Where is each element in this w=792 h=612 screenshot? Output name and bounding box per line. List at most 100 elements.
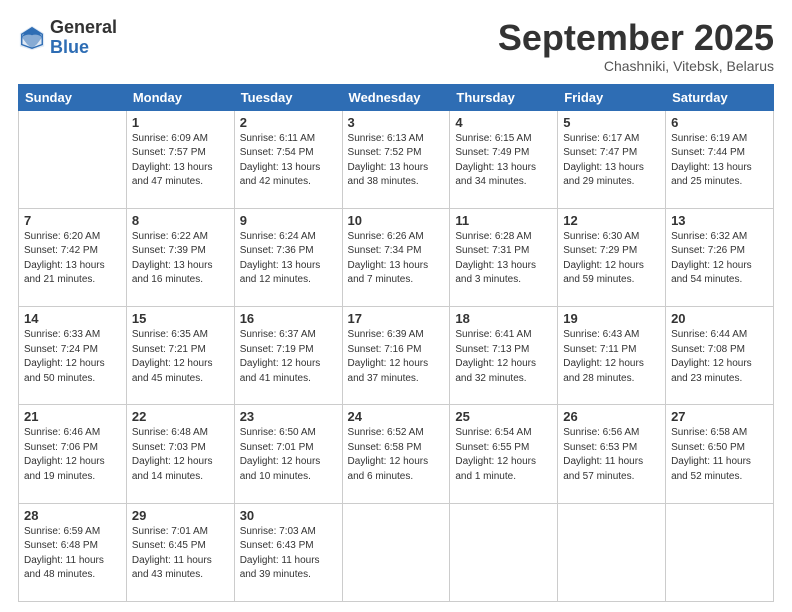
calendar-cell (342, 503, 450, 601)
calendar-cell: 28Sunrise: 6:59 AMSunset: 6:48 PMDayligh… (19, 503, 127, 601)
calendar-cell: 30Sunrise: 7:03 AMSunset: 6:43 PMDayligh… (234, 503, 342, 601)
day-number: 19 (563, 311, 660, 326)
day-detail: Sunrise: 6:56 AMSunset: 6:53 PMDaylight:… (563, 426, 660, 484)
logo-blue-text: Blue (50, 38, 117, 58)
day-detail: Sunrise: 6:50 AMSunset: 7:01 PMDaylight:… (240, 426, 337, 484)
day-number: 1 (132, 115, 229, 130)
calendar-week-2: 14 Sunrise: 6:33 AMSunset: 7:24 PMDayligh… (19, 307, 774, 405)
header-thursday: Thursday (450, 84, 558, 110)
day-detail: Sunrise: 6:30 AMSunset: 7:29 PMDaylight:… (563, 230, 660, 288)
day-number: 18 (455, 311, 552, 326)
calendar-cell: 23 Sunrise: 6:50 AMSunset: 7:01 PMDayligh… (234, 405, 342, 503)
calendar-cell: 17 Sunrise: 6:39 AMSunset: 7:16 PMDayligh… (342, 307, 450, 405)
day-number: 14 (24, 311, 121, 326)
day-number: 16 (240, 311, 337, 326)
day-detail: Sunrise: 6:19 AMSunset: 7:44 PMDaylight:… (671, 132, 768, 190)
calendar-cell: 20 Sunrise: 6:44 AMSunset: 7:08 PMDayligh… (666, 307, 774, 405)
logo-icon (18, 24, 46, 52)
day-number: 5 (563, 115, 660, 130)
calendar-cell (19, 110, 127, 208)
calendar-cell: 19Sunrise: 6:43 AMSunset: 7:11 PMDayligh… (558, 307, 666, 405)
day-number: 29 (132, 508, 229, 523)
calendar-week-1: 7 Sunrise: 6:20 AMSunset: 7:42 PMDaylight… (19, 208, 774, 306)
day-detail: Sunrise: 6:44 AMSunset: 7:08 PMDaylight:… (671, 328, 768, 386)
day-number: 11 (455, 213, 552, 228)
day-number: 10 (348, 213, 445, 228)
day-number: 23 (240, 409, 337, 424)
calendar-week-4: 28Sunrise: 6:59 AMSunset: 6:48 PMDayligh… (19, 503, 774, 601)
calendar-cell: 21 Sunrise: 6:46 AMSunset: 7:06 PMDayligh… (19, 405, 127, 503)
day-number: 4 (455, 115, 552, 130)
day-number: 7 (24, 213, 121, 228)
top-section: General Blue September 2025 Chashniki, V… (18, 18, 774, 74)
calendar-cell (666, 503, 774, 601)
calendar-cell: 24 Sunrise: 6:52 AMSunset: 6:58 PMDayligh… (342, 405, 450, 503)
day-number: 30 (240, 508, 337, 523)
day-number: 24 (348, 409, 445, 424)
calendar-cell: 13 Sunrise: 6:32 AMSunset: 7:26 PMDayligh… (666, 208, 774, 306)
weekday-header-row: Sunday Monday Tuesday Wednesday Thursday… (19, 84, 774, 110)
calendar-cell: 26Sunrise: 6:56 AMSunset: 6:53 PMDayligh… (558, 405, 666, 503)
day-number: 25 (455, 409, 552, 424)
calendar-cell (450, 503, 558, 601)
day-detail: Sunrise: 6:59 AMSunset: 6:48 PMDaylight:… (24, 525, 121, 583)
day-number: 9 (240, 213, 337, 228)
calendar-cell: 6Sunrise: 6:19 AMSunset: 7:44 PMDaylight… (666, 110, 774, 208)
day-detail: Sunrise: 6:09 AMSunset: 7:57 PMDaylight:… (132, 132, 229, 190)
header-wednesday: Wednesday (342, 84, 450, 110)
day-detail: Sunrise: 6:58 AMSunset: 6:50 PMDaylight:… (671, 426, 768, 484)
day-detail: Sunrise: 6:15 AMSunset: 7:49 PMDaylight:… (455, 132, 552, 190)
calendar-cell: 5 Sunrise: 6:17 AMSunset: 7:47 PMDaylight… (558, 110, 666, 208)
day-detail: Sunrise: 7:01 AMSunset: 6:45 PMDaylight:… (132, 525, 229, 583)
day-number: 22 (132, 409, 229, 424)
month-title: September 2025 (498, 18, 774, 58)
day-number: 17 (348, 311, 445, 326)
logo-text: General Blue (50, 18, 117, 58)
calendar-cell: 18 Sunrise: 6:41 AMSunset: 7:13 PMDayligh… (450, 307, 558, 405)
location: Chashniki, Vitebsk, Belarus (498, 58, 774, 74)
day-detail: Sunrise: 6:32 AMSunset: 7:26 PMDaylight:… (671, 230, 768, 288)
day-detail: Sunrise: 6:20 AMSunset: 7:42 PMDaylight:… (24, 230, 121, 288)
calendar-cell: 27 Sunrise: 6:58 AMSunset: 6:50 PMDayligh… (666, 405, 774, 503)
calendar-cell: 29 Sunrise: 7:01 AMSunset: 6:45 PMDayligh… (126, 503, 234, 601)
day-number: 20 (671, 311, 768, 326)
day-number: 21 (24, 409, 121, 424)
header-monday: Monday (126, 84, 234, 110)
logo-general-text: General (50, 18, 117, 38)
header-sunday: Sunday (19, 84, 127, 110)
day-detail: Sunrise: 6:48 AMSunset: 7:03 PMDaylight:… (132, 426, 229, 484)
calendar-table: Sunday Monday Tuesday Wednesday Thursday… (18, 84, 774, 602)
calendar-cell: 3 Sunrise: 6:13 AMSunset: 7:52 PMDaylight… (342, 110, 450, 208)
calendar-cell: 11Sunrise: 6:28 AMSunset: 7:31 PMDayligh… (450, 208, 558, 306)
day-number: 15 (132, 311, 229, 326)
day-detail: Sunrise: 6:26 AMSunset: 7:34 PMDaylight:… (348, 230, 445, 288)
calendar-week-3: 21 Sunrise: 6:46 AMSunset: 7:06 PMDayligh… (19, 405, 774, 503)
calendar-cell: 25Sunrise: 6:54 AMSunset: 6:55 PMDayligh… (450, 405, 558, 503)
day-number: 27 (671, 409, 768, 424)
day-number: 8 (132, 213, 229, 228)
day-detail: Sunrise: 6:39 AMSunset: 7:16 PMDaylight:… (348, 328, 445, 386)
calendar-week-0: 1 Sunrise: 6:09 AMSunset: 7:57 PMDaylight… (19, 110, 774, 208)
day-detail: Sunrise: 6:33 AMSunset: 7:24 PMDaylight:… (24, 328, 121, 386)
day-detail: Sunrise: 6:17 AMSunset: 7:47 PMDaylight:… (563, 132, 660, 190)
header-tuesday: Tuesday (234, 84, 342, 110)
calendar-cell: 22 Sunrise: 6:48 AMSunset: 7:03 PMDayligh… (126, 405, 234, 503)
header-friday: Friday (558, 84, 666, 110)
calendar-cell: 10 Sunrise: 6:26 AMSunset: 7:34 PMDayligh… (342, 208, 450, 306)
day-detail: Sunrise: 6:46 AMSunset: 7:06 PMDaylight:… (24, 426, 121, 484)
calendar-cell: 7 Sunrise: 6:20 AMSunset: 7:42 PMDaylight… (19, 208, 127, 306)
day-detail: Sunrise: 6:11 AMSunset: 7:54 PMDaylight:… (240, 132, 337, 190)
day-number: 3 (348, 115, 445, 130)
day-detail: Sunrise: 6:52 AMSunset: 6:58 PMDaylight:… (348, 426, 445, 484)
calendar-cell: 12Sunrise: 6:30 AMSunset: 7:29 PMDayligh… (558, 208, 666, 306)
day-detail: Sunrise: 6:13 AMSunset: 7:52 PMDaylight:… (348, 132, 445, 190)
day-number: 13 (671, 213, 768, 228)
calendar-cell: 16 Sunrise: 6:37 AMSunset: 7:19 PMDayligh… (234, 307, 342, 405)
calendar-cell: 4 Sunrise: 6:15 AMSunset: 7:49 PMDaylight… (450, 110, 558, 208)
day-detail: Sunrise: 6:22 AMSunset: 7:39 PMDaylight:… (132, 230, 229, 288)
header-saturday: Saturday (666, 84, 774, 110)
day-detail: Sunrise: 6:37 AMSunset: 7:19 PMDaylight:… (240, 328, 337, 386)
calendar-page: General Blue September 2025 Chashniki, V… (0, 0, 792, 612)
logo: General Blue (18, 18, 117, 58)
day-detail: Sunrise: 6:41 AMSunset: 7:13 PMDaylight:… (455, 328, 552, 386)
